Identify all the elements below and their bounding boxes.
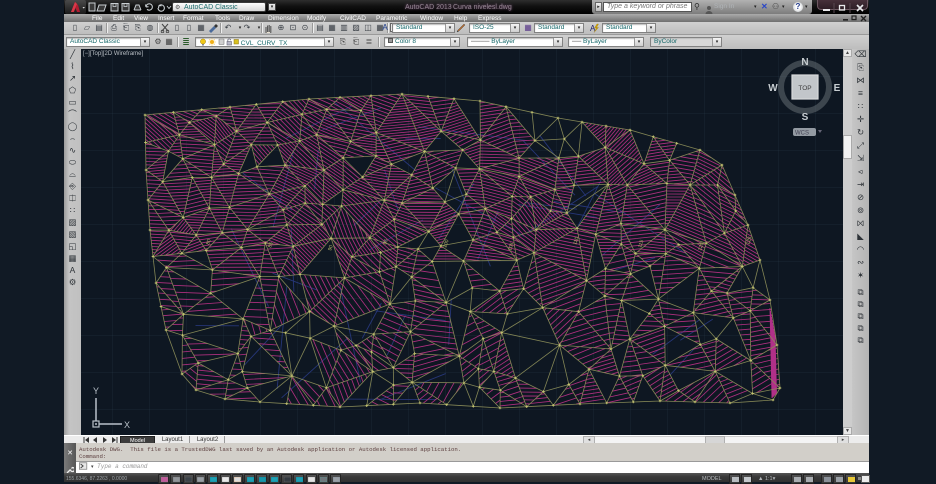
svg-text:TOP: TOP	[798, 85, 811, 92]
svg-text:X: X	[124, 420, 130, 430]
svg-text:115: 115	[637, 239, 645, 249]
svg-text:N: N	[801, 57, 808, 68]
svg-text:W: W	[768, 83, 778, 94]
svg-text:S: S	[802, 112, 809, 123]
svg-text:E: E	[834, 83, 841, 94]
svg-text:A: A	[590, 24, 596, 33]
svg-text:WCS: WCS	[795, 131, 809, 137]
svg-text:100: 100	[442, 239, 450, 249]
svg-text:Y: Y	[93, 386, 99, 396]
